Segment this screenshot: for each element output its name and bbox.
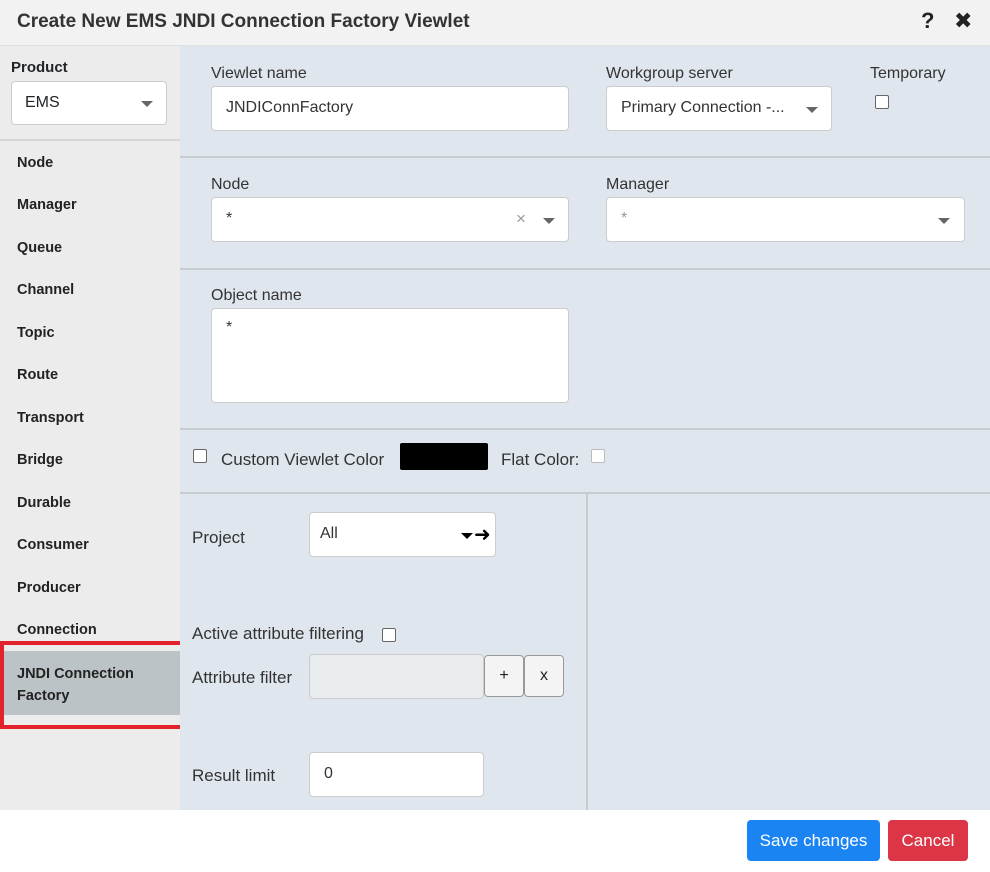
viewlet-name-label: Viewlet name (211, 65, 307, 82)
chevron-down-icon (141, 101, 153, 107)
sidebar-item-producer[interactable]: Producer (17, 580, 81, 596)
product-label: Product (11, 59, 68, 76)
cancel-button[interactable]: Cancel (888, 820, 968, 861)
temporary-label: Temporary (870, 65, 946, 82)
sidebar-item-bridge[interactable]: Bridge (17, 452, 63, 468)
highlight-box (0, 641, 192, 729)
flat-color-label: Flat Color: (501, 450, 580, 469)
attribute-filter-input[interactable] (309, 654, 484, 699)
sidebar-item-node[interactable]: Node (17, 155, 53, 171)
temporary-checkbox[interactable] (875, 95, 889, 109)
chevron-down-icon (461, 533, 473, 539)
node-label: Node (211, 176, 250, 193)
active-filter-checkbox[interactable] (382, 628, 396, 642)
node-select[interactable]: * × (211, 197, 569, 242)
close-icon[interactable]: ✖ (954, 8, 972, 34)
sidebar-item-transport[interactable]: Transport (17, 410, 84, 426)
project-label: Project (192, 528, 245, 547)
object-name-textarea[interactable]: * (211, 308, 569, 403)
section-divider (180, 428, 990, 430)
object-name-label: Object name (211, 287, 302, 304)
viewlet-name-value: JNDIConnFactory (226, 99, 354, 116)
section-divider (180, 492, 990, 494)
manager-select[interactable]: * (606, 197, 965, 242)
object-name-value: * (226, 319, 233, 336)
color-swatch[interactable] (400, 443, 488, 470)
result-limit-label: Result limit (192, 766, 276, 785)
sidebar-item-consumer[interactable]: Consumer (17, 537, 89, 553)
dialog-footer: Save changes Cancel (0, 810, 990, 872)
column-divider (586, 494, 588, 810)
project-value: All (320, 525, 338, 542)
arrow-right-icon[interactable]: ➜ (474, 522, 491, 547)
chevron-down-icon (543, 218, 555, 224)
manager-placeholder: * (621, 210, 628, 227)
sidebar-item-topic[interactable]: Topic (17, 325, 55, 341)
workgroup-server-select[interactable]: Primary Connection -... (606, 86, 832, 131)
workgroup-server-value: Primary Connection -... (621, 99, 785, 116)
save-button[interactable]: Save changes (747, 820, 880, 861)
result-limit-value: 0 (324, 765, 333, 782)
section-divider (180, 268, 990, 270)
product-select[interactable]: EMS (11, 81, 167, 125)
custom-color-checkbox[interactable] (193, 449, 207, 463)
manager-label: Manager (606, 176, 670, 193)
sidebar-item-route[interactable]: Route (17, 367, 58, 383)
attribute-filter-label: Attribute filter (192, 668, 293, 687)
remove-filter-button[interactable]: x (524, 655, 564, 697)
add-filter-button[interactable]: + (484, 655, 524, 697)
chevron-down-icon (938, 218, 950, 224)
form-panel: Viewlet name JNDIConnFactory Workgroup s… (180, 46, 990, 810)
chevron-down-icon (806, 107, 818, 113)
product-value: EMS (25, 94, 60, 111)
clear-icon[interactable]: × (516, 209, 526, 229)
node-value: * (226, 210, 233, 227)
sidebar-item-queue[interactable]: Queue (17, 240, 62, 256)
help-icon[interactable]: ? (921, 8, 934, 34)
dialog-header: Create New EMS JNDI Connection Factory V… (0, 0, 990, 46)
active-filter-label: Active attribute filtering (192, 624, 364, 643)
dialog-title: Create New EMS JNDI Connection Factory V… (17, 11, 470, 32)
sidebar-item-durable[interactable]: Durable (17, 495, 71, 511)
sidebar-item-manager[interactable]: Manager (17, 197, 77, 213)
section-divider (180, 156, 990, 158)
result-limit-input[interactable]: 0 (309, 752, 484, 797)
workgroup-server-label: Workgroup server (606, 65, 733, 82)
viewlet-name-input[interactable]: JNDIConnFactory (211, 86, 569, 131)
custom-color-label: Custom Viewlet Color (221, 450, 385, 469)
sidebar-item-connection[interactable]: Connection (17, 622, 97, 638)
sidebar-divider (0, 139, 180, 141)
sidebar-item-channel[interactable]: Channel (17, 282, 74, 298)
project-select[interactable]: All ➜ (309, 512, 496, 557)
flat-color-checkbox[interactable] (591, 449, 605, 463)
